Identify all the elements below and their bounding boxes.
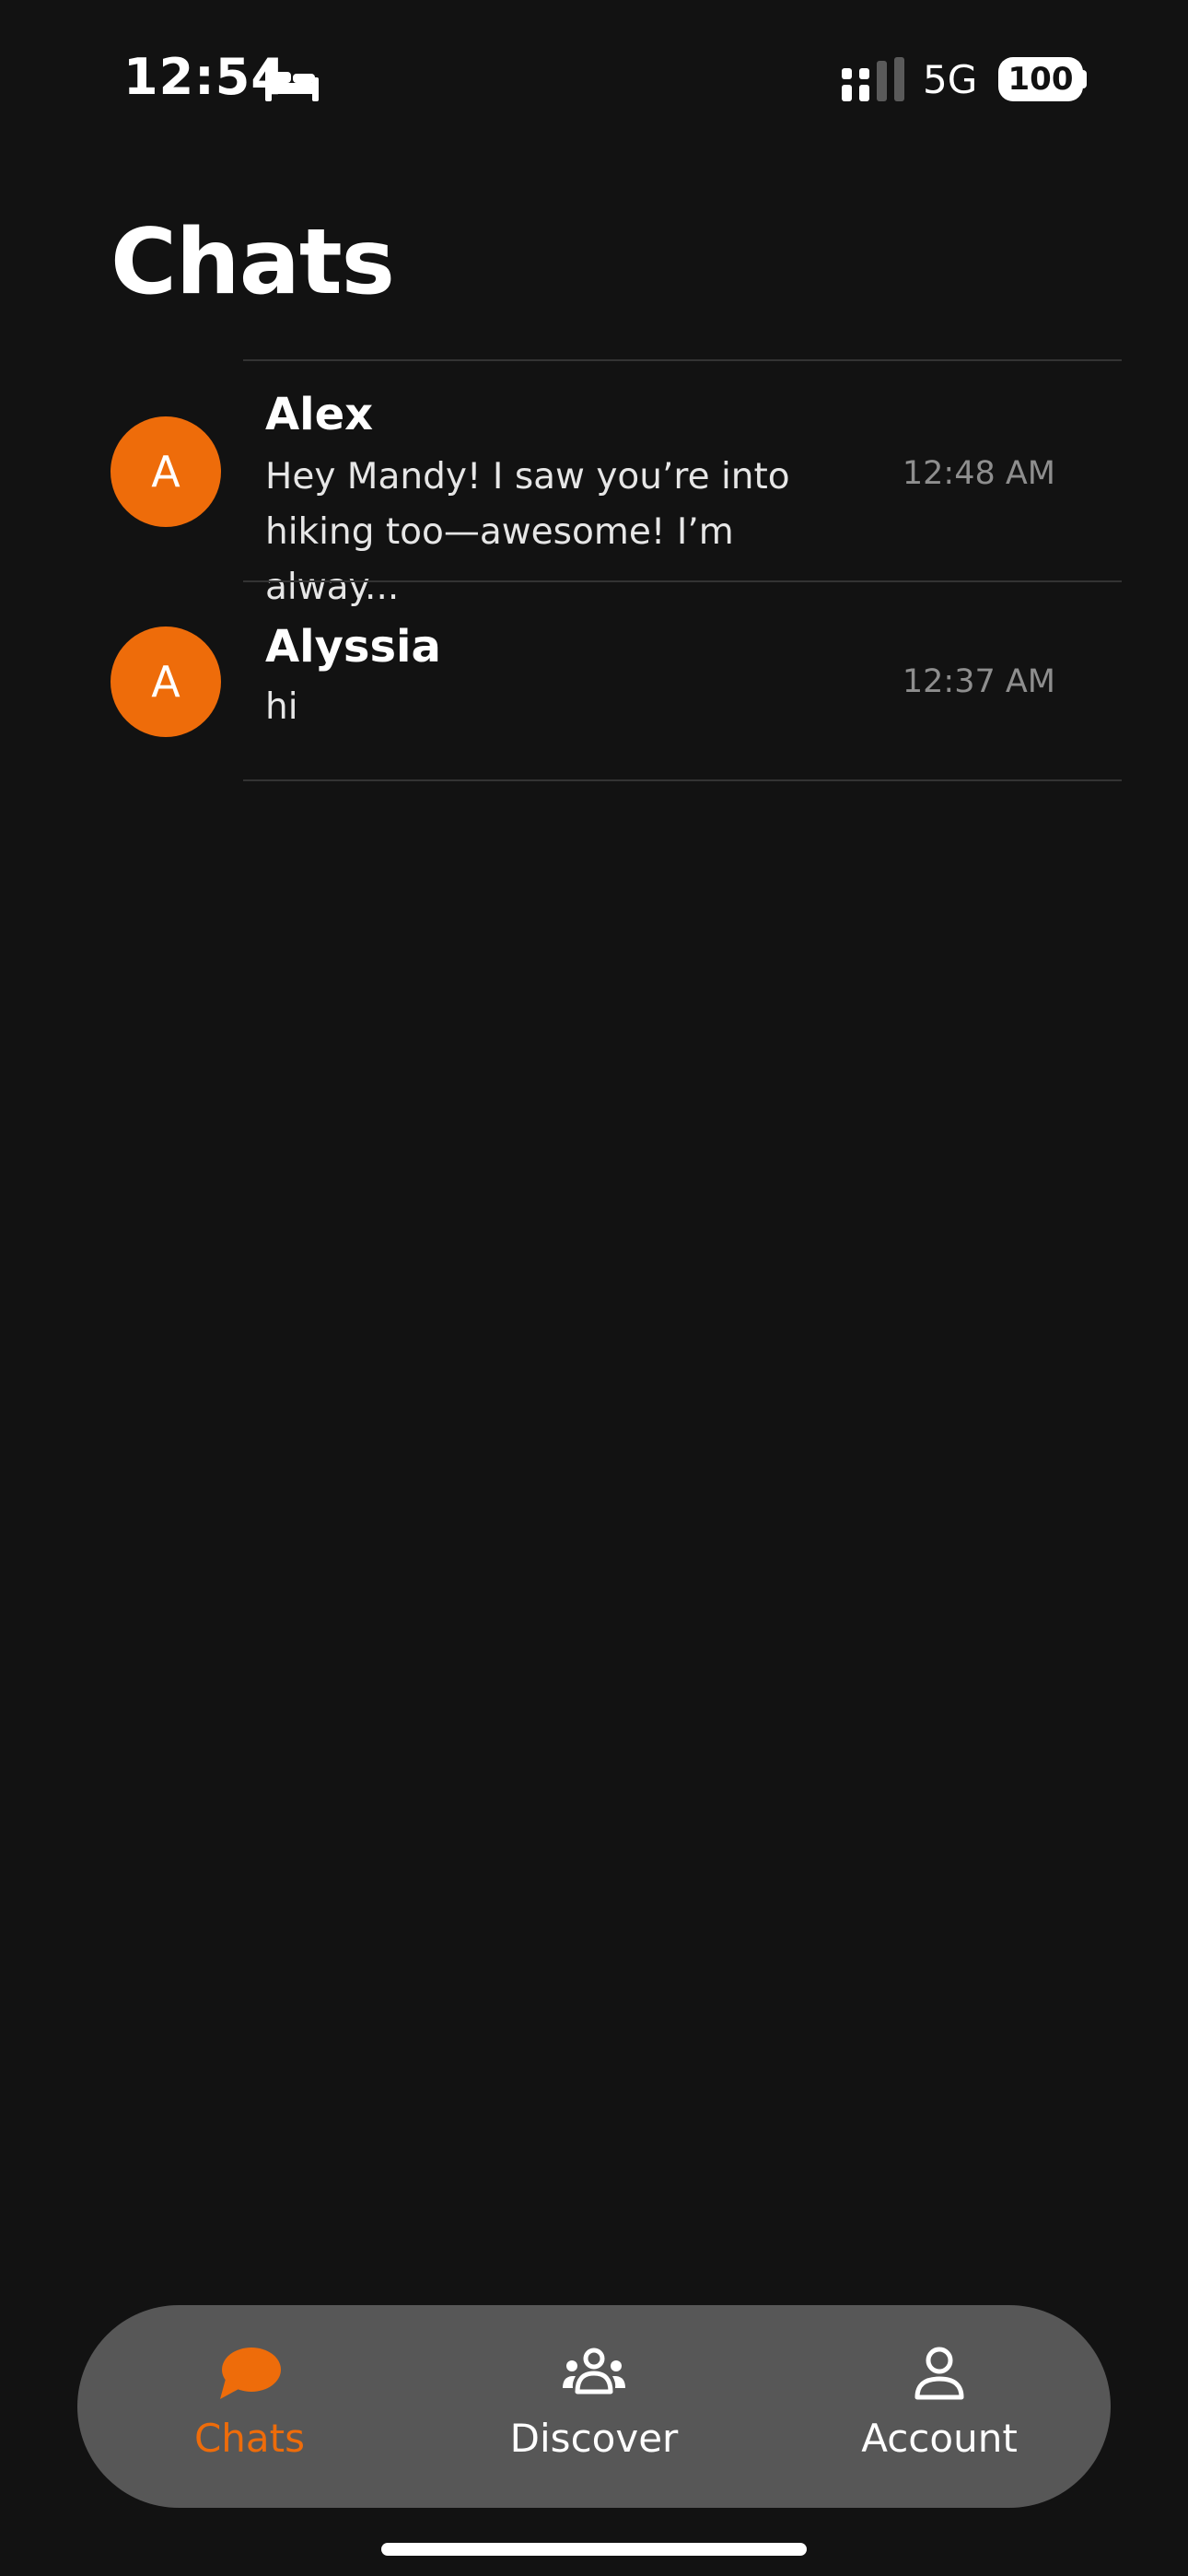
chat-time: 12:37 AM xyxy=(902,663,1055,700)
battery-icon: 100 xyxy=(998,57,1083,101)
chat-row-alyssia[interactable]: A Alyssia hi 12:37 AM xyxy=(0,582,1188,779)
tab-discover[interactable]: Discover xyxy=(456,2305,732,2508)
tab-label: Discover xyxy=(509,2416,679,2461)
status-bar: 12:54 5G 100 xyxy=(0,0,1188,157)
cellular-signal-icon xyxy=(842,57,904,101)
chats-screen: 12:54 5G 100 Chats A Alex Hey Mandy! I s… xyxy=(0,0,1188,2576)
tab-account[interactable]: Account xyxy=(801,2305,1077,2508)
avatar: A xyxy=(111,626,221,737)
chat-bubble-icon xyxy=(220,2348,281,2399)
status-time: 12:54 xyxy=(123,48,286,106)
battery-nub xyxy=(1079,70,1087,88)
network-type-label: 5G xyxy=(923,57,978,102)
chat-name: Alyssia xyxy=(265,621,441,673)
tab-label: Chats xyxy=(193,2416,306,2461)
tab-label: Account xyxy=(861,2416,1018,2461)
tab-chats[interactable]: Chats xyxy=(144,2305,355,2508)
home-indicator[interactable] xyxy=(381,2543,807,2556)
chat-preview: hi xyxy=(265,686,298,728)
chat-row-alex[interactable]: A Alex Hey Mandy! I saw you’re into hiki… xyxy=(0,361,1188,608)
avatar: A xyxy=(111,416,221,527)
chat-name: Alex xyxy=(265,389,374,440)
chat-time: 12:48 AM xyxy=(902,455,1055,492)
list-divider xyxy=(243,779,1122,781)
battery-level: 100 xyxy=(1007,61,1074,98)
bed-icon xyxy=(265,64,319,101)
person-icon xyxy=(914,2347,964,2400)
page-title: Chats xyxy=(111,210,395,315)
people-group-icon xyxy=(563,2348,625,2395)
bottom-tab-bar: Chats Discover Account xyxy=(77,2305,1111,2508)
